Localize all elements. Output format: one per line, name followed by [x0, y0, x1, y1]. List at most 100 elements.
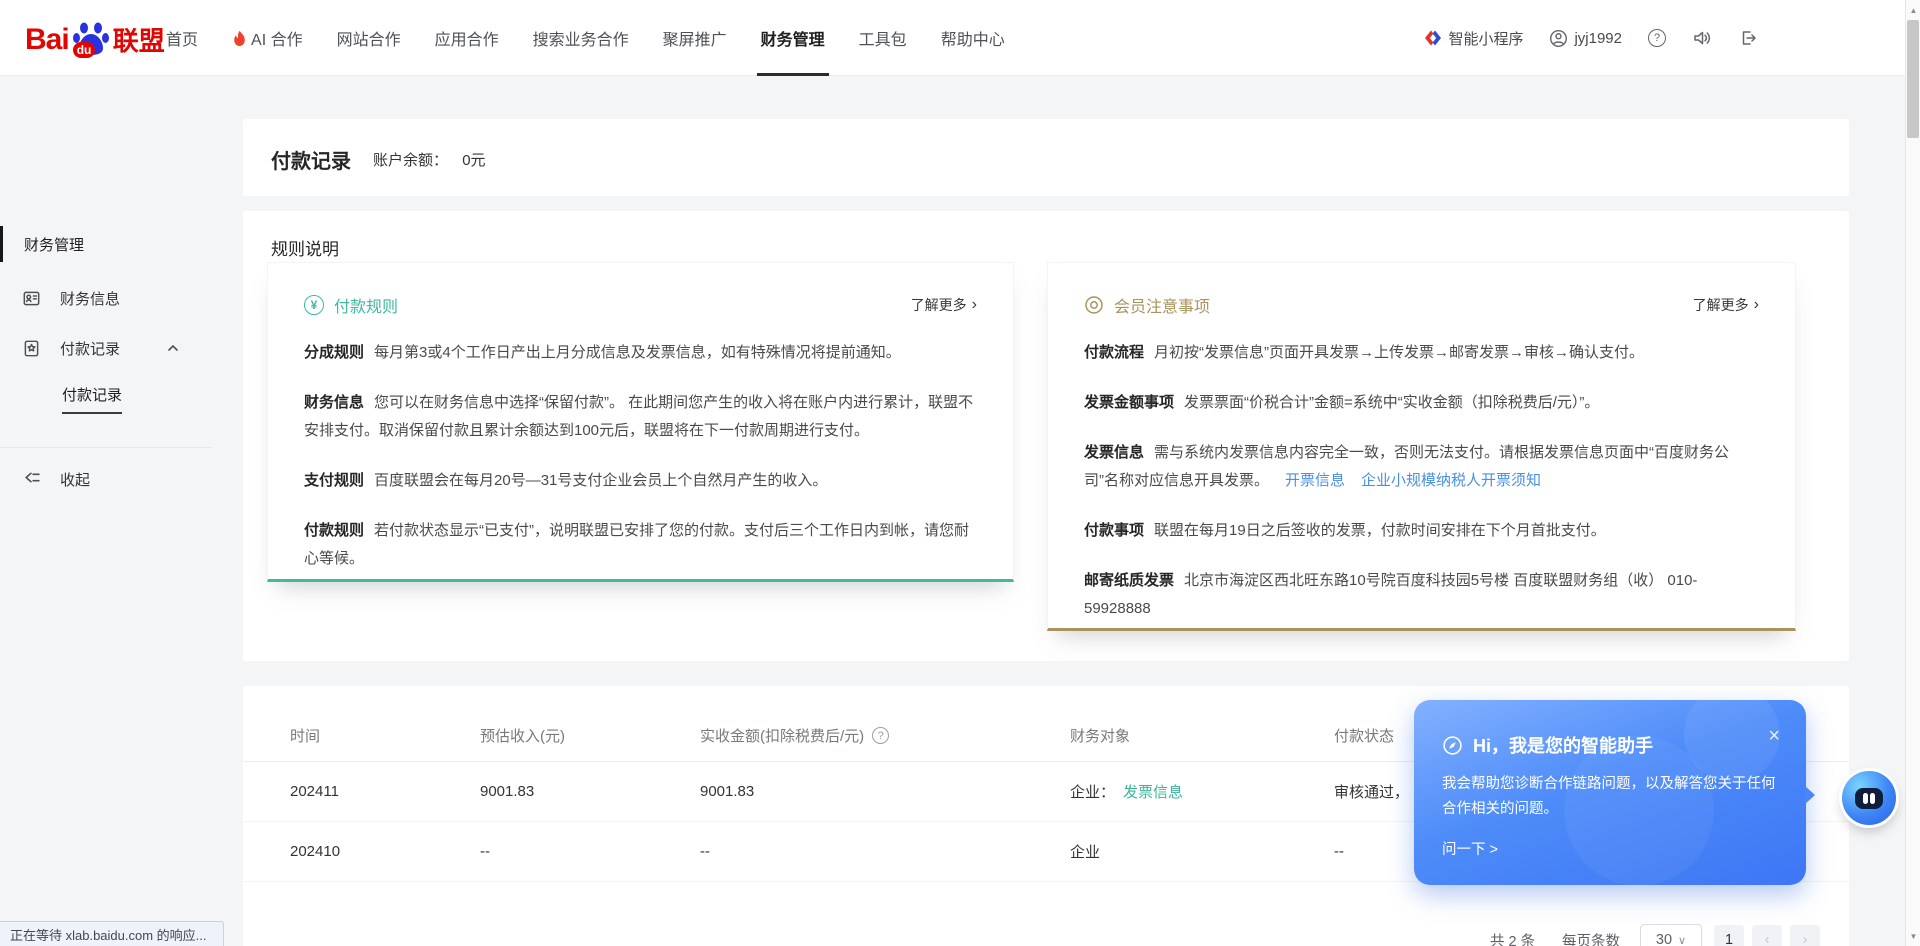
assistant-robot-button[interactable]: [1842, 771, 1896, 825]
nav-label: 首页: [166, 26, 198, 50]
nav-label: 帮助中心: [941, 26, 1005, 50]
finance-info-icon: [22, 289, 41, 308]
top-nav: Bai du 联盟 首页 AI 合作 网站合作: [0, 0, 1905, 76]
rule-item-label: 付款规则: [304, 522, 364, 539]
cell-payment-status: 审核通过，: [1334, 762, 1409, 821]
payment-rules-card: ¥ 付款规则 了解更多 › 分成规则每月第3或4个工作日产出上月分成信息及发票信…: [267, 262, 1014, 582]
baidu-union-finance-page: Bai du 联盟 首页 AI 合作 网站合作: [0, 0, 1920, 946]
ask-assistant-link[interactable]: 问一下 >: [1442, 838, 1498, 859]
rule-item-label: 付款流程: [1084, 344, 1144, 361]
nav-item-search-biz[interactable]: 搜索业务合作: [533, 0, 629, 76]
col-header-estimated-income: 预估收入(元): [480, 710, 565, 761]
sidebar-item-payment-records[interactable]: 付款记录: [0, 330, 215, 366]
user-icon: [1549, 29, 1568, 48]
page-title: 付款记录: [271, 145, 351, 174]
nav-right-cluster: 智能小程序 jyj1992 ?: [1424, 0, 1758, 76]
invoice-info-table-link[interactable]: 发票信息: [1123, 781, 1183, 802]
sound-icon[interactable]: [1692, 28, 1712, 48]
small-taxpayer-notice-link[interactable]: 企业小规模纳税人开票须知: [1361, 472, 1541, 489]
nav-item-finance[interactable]: 财务管理: [761, 0, 825, 76]
rule-item-text: 若付款状态显示“已支付”，说明联盟已安排了您的付款。支付后三个工作日内到帐，请您…: [304, 522, 969, 567]
balance-label: 账户余额：: [373, 152, 448, 169]
nav-item-juping[interactable]: 聚屏推广: [663, 0, 727, 76]
next-page-button[interactable]: ›: [1790, 925, 1820, 946]
mini-program-icon: [1424, 29, 1442, 47]
sidebar-divider: [0, 447, 212, 448]
nav-item-ai[interactable]: AI 合作: [232, 0, 303, 76]
learn-more-link[interactable]: 了解更多 ›: [911, 295, 977, 315]
collapse-label: 收起: [60, 469, 90, 490]
sidebar-item-label: 付款记录: [60, 338, 120, 359]
username: jyj1992: [1574, 30, 1622, 47]
nav-label: 网站合作: [337, 26, 401, 50]
notice-icon: [1084, 295, 1104, 315]
logo-text-du: du: [73, 42, 96, 58]
cell-finance-entity: 企业: [1070, 822, 1100, 881]
help-icon[interactable]: ?: [1648, 29, 1666, 47]
rule-item: 财务信息您可以在财务信息中选择“保留付款”。 在此期间您产生的收入将在账户内进行…: [304, 389, 977, 445]
vertical-scrollbar[interactable]: ▲ ▼: [1905, 0, 1920, 946]
logo-text-union: 联盟: [113, 24, 165, 58]
rules-section-title: 规则说明: [271, 235, 339, 260]
rule-item-text: 每月第3或4个工作日产出上月分成信息及发票信息，如有特殊情况将提前通知。: [374, 344, 901, 361]
sidebar-section-title: 财务管理: [24, 234, 84, 255]
rule-item: 付款流程月初按“发票信息”页面开具发票→上传发票→邮寄发票→审核→确认支付。: [1084, 339, 1759, 367]
nav-item-home[interactable]: 首页: [166, 0, 198, 76]
sidebar-item-label: 财务信息: [60, 288, 120, 309]
cell-actual-amount: --: [700, 822, 710, 881]
help-glyph: ?: [1654, 32, 1660, 44]
entity-label: 企业：: [1070, 781, 1115, 802]
nav-label: 应用合作: [435, 26, 499, 50]
smart-assistant-popup: Hi，我是您的智能助手 × 我会帮助您诊断合作链路问题，以及解答您关于任何合作相…: [1414, 700, 1806, 885]
invoice-info-link[interactable]: 开票信息: [1285, 472, 1345, 489]
baidu-union-logo[interactable]: Bai du 联盟: [25, 18, 165, 58]
sidebar-subitem-payment-records-active[interactable]: 付款记录: [62, 384, 122, 414]
rule-item-text: 您可以在财务信息中选择“保留付款”。 在此期间您产生的收入将在账户内进行累计，联…: [304, 394, 973, 439]
user-account[interactable]: jyj1992: [1549, 29, 1622, 48]
learn-more-label: 了解更多: [1693, 295, 1749, 315]
cell-payment-status: --: [1334, 822, 1344, 881]
rule-item-text: 北京市海淀区西北旺东路10号院百度科技园5号楼 百度联盟财务组（收） 010-5…: [1084, 572, 1697, 617]
per-page-select[interactable]: 30 ∨: [1640, 924, 1702, 946]
col-header-finance-entity: 财务对象: [1070, 710, 1130, 761]
learn-more-link[interactable]: 了解更多 ›: [1693, 295, 1759, 315]
col-header-payment-status: 付款状态: [1334, 710, 1394, 761]
question-tooltip-icon[interactable]: ?: [872, 727, 889, 744]
rule-item: 邮寄纸质发票北京市海淀区西北旺东路10号院百度科技园5号楼 百度联盟财务组（收）…: [1084, 567, 1759, 623]
scrollbar-thumb[interactable]: [1907, 20, 1919, 138]
coin-icon: ¥: [304, 295, 324, 315]
nav-item-website[interactable]: 网站合作: [337, 0, 401, 76]
rule-item-text: 月初按“发票信息”页面开具发票→上传发票→邮寄发票→审核→确认支付。: [1154, 344, 1644, 361]
balance-value: 0元: [462, 152, 485, 169]
loading-status-text: 正在等待 xlab.baidu.com 的响应...: [10, 925, 207, 944]
nav-item-app[interactable]: 应用合作: [435, 0, 499, 76]
rule-card-title: 会员注意事项: [1114, 293, 1210, 317]
cell-estimated-income: 9001.83: [480, 762, 534, 821]
prev-page-button[interactable]: ‹: [1752, 925, 1782, 946]
nav-item-help-center[interactable]: 帮助中心: [941, 0, 1005, 76]
baidu-paw-icon: du: [71, 18, 111, 58]
rule-item-label: 财务信息: [304, 394, 364, 411]
rule-item: 分成规则每月第3或4个工作日产出上月分成信息及发票信息，如有特殊情况将提前通知。: [304, 339, 977, 367]
nav-label: AI 合作: [251, 26, 303, 50]
rule-item-label: 邮寄纸质发票: [1084, 572, 1174, 589]
per-page-value: 30: [1656, 932, 1672, 946]
sidebar-item-finance-info[interactable]: 财务信息: [0, 280, 215, 316]
scroll-up-arrow[interactable]: ▲: [1906, 2, 1920, 18]
page-number-button[interactable]: 1: [1714, 925, 1744, 946]
nav-item-toolkit[interactable]: 工具包: [859, 0, 907, 76]
sidebar-collapse-button[interactable]: 收起: [0, 462, 215, 494]
rule-item-text: 联盟在每月19日之后签收的发票，付款时间安排在下个月首批支付。: [1154, 522, 1606, 539]
mini-program-entry[interactable]: 智能小程序: [1424, 28, 1523, 49]
cell-time: 202410: [290, 822, 340, 881]
cell-actual-amount: 9001.83: [700, 762, 754, 821]
cell-time: 202411: [290, 762, 339, 821]
chevron-up-icon[interactable]: [166, 341, 180, 355]
nav-label: 工具包: [859, 26, 907, 50]
logout-icon[interactable]: [1738, 28, 1758, 48]
scroll-down-arrow[interactable]: ▼: [1906, 928, 1920, 944]
close-icon[interactable]: ×: [1768, 726, 1780, 746]
primary-nav: 首页 AI 合作 网站合作 应用合作 搜索业务合作 聚屏推广 财务管理 工具包 …: [166, 0, 1005, 76]
total-count: 共 2 条: [1490, 930, 1535, 946]
page-header-card: 付款记录 账户余额： 0元: [243, 119, 1849, 196]
